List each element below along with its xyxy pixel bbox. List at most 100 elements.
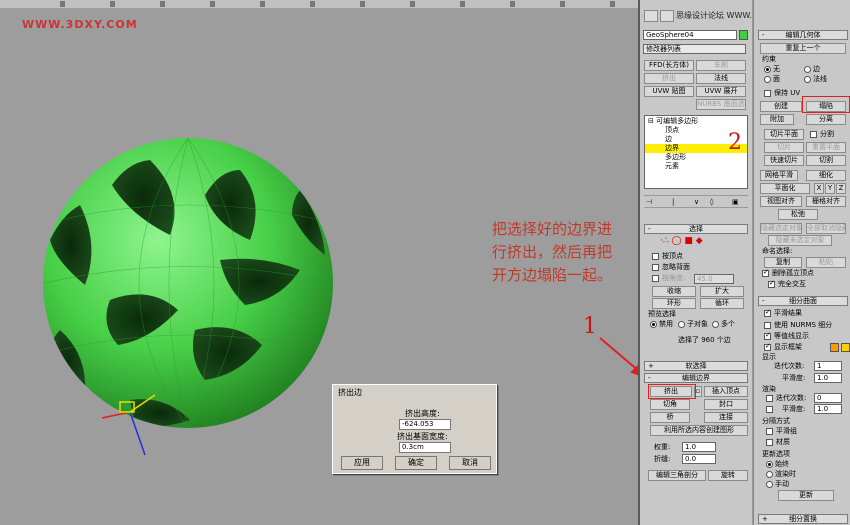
copy-button[interactable]: 复制: [764, 257, 802, 268]
unhide-all-button[interactable]: 全部取消隐藏: [806, 223, 846, 234]
split-checkbox[interactable]: [810, 131, 817, 138]
nurbs-surface-select-button[interactable]: NURBS 曲面选择: [696, 99, 746, 110]
make-unique-icon[interactable]: ∨: [694, 198, 699, 207]
attach-button[interactable]: 附加: [760, 114, 794, 125]
cage-color-swatch-1[interactable]: [830, 343, 839, 352]
reset-plane-button[interactable]: 重置平面: [806, 142, 846, 153]
cut-button[interactable]: 切割: [806, 155, 846, 166]
lathe-button[interactable]: 车削: [696, 60, 746, 71]
object-color-swatch[interactable]: [739, 30, 748, 40]
stack-root[interactable]: ⊟ 可编辑多边形: [645, 117, 747, 126]
use-nurms-checkbox[interactable]: [764, 322, 771, 329]
show-cage-checkbox[interactable]: [764, 342, 771, 351]
extrude-height-input[interactable]: -624.053: [399, 419, 451, 430]
hide-selected-button[interactable]: 隐藏选定对象: [760, 223, 802, 234]
iterations-input[interactable]: 1: [814, 361, 842, 371]
angle-input[interactable]: 45.0: [694, 274, 734, 284]
weight-input[interactable]: 1.0: [682, 442, 716, 452]
perspective-viewport[interactable]: WWW.3DXY.COM 把选择好的边界进行挤出，然后再把开方边塌陷一起。 1 …: [0, 0, 638, 525]
ring-button[interactable]: 环形: [652, 298, 696, 309]
cap-button[interactable]: 封口: [704, 399, 748, 410]
full-interactivity-checkbox[interactable]: [768, 279, 775, 288]
edit-triangulation-button[interactable]: 编辑三角剖分: [648, 470, 706, 481]
render-smoothness-checkbox[interactable]: [766, 406, 773, 413]
by-angle-checkbox[interactable]: [652, 275, 659, 282]
subobject-icons[interactable]: ·∴ ◯ ■ ◆: [660, 237, 703, 246]
view-align-button[interactable]: 视图对齐: [760, 196, 802, 207]
delete-isolated-checkbox[interactable]: [762, 268, 769, 277]
tessellate-button[interactable]: 细化: [806, 170, 846, 181]
extrude-base-width-input[interactable]: 0.3cm: [399, 442, 451, 453]
shrink-button[interactable]: 收缩: [652, 286, 696, 297]
hammer-icon[interactable]: [660, 10, 674, 22]
smoothness-input[interactable]: 1.0: [814, 373, 842, 383]
edit-geometry-rollout-header[interactable]: - 编辑几何体: [758, 30, 848, 40]
modifier-list-dropdown[interactable]: 修改器列表: [643, 44, 746, 54]
uvw-unwrap-button[interactable]: UVW 展开: [696, 86, 746, 97]
preview-multi-radio[interactable]: [712, 321, 719, 328]
preserve-uv-checkbox[interactable]: [764, 90, 771, 97]
detach-button[interactable]: 分离: [806, 114, 846, 125]
normal-button[interactable]: 法线: [696, 73, 746, 84]
update-manual-radio[interactable]: [766, 481, 773, 488]
by-vertex-checkbox[interactable]: [652, 253, 659, 260]
hide-unselected-button[interactable]: 隐藏未选定对象: [768, 235, 832, 246]
planar-z-button[interactable]: Z: [836, 183, 846, 194]
smooth-result-checkbox[interactable]: [764, 308, 771, 317]
stack-item-element[interactable]: 元素: [645, 162, 747, 171]
subdivision-surface-rollout-header[interactable]: - 细分曲面: [758, 296, 848, 306]
grid-align-button[interactable]: 栅格对齐: [806, 196, 846, 207]
render-smoothness-input[interactable]: 1.0: [814, 404, 842, 414]
selection-rollout-header[interactable]: - 选择: [644, 224, 748, 234]
isoline-checkbox[interactable]: [764, 331, 771, 340]
slice-plane-button[interactable]: 切片平面: [764, 129, 804, 140]
grow-button[interactable]: 扩大: [700, 286, 744, 297]
remove-modifier-icon[interactable]: ◊: [710, 198, 713, 207]
edit-borders-rollout-header[interactable]: - 编辑边界: [644, 373, 748, 383]
materials-checkbox[interactable]: [766, 439, 773, 446]
constraint-face-radio[interactable]: [764, 76, 771, 83]
render-iterations-input[interactable]: 0: [814, 393, 842, 403]
relax-button[interactable]: 松弛: [778, 209, 818, 220]
planar-x-button[interactable]: X: [814, 183, 824, 194]
cage-color-swatch-2[interactable]: [841, 343, 850, 352]
ignore-backfacing-checkbox[interactable]: [652, 264, 659, 271]
ok-button[interactable]: 确定: [395, 456, 437, 470]
create-shape-button[interactable]: 利用所选内容创建图形: [650, 425, 748, 436]
paste-button[interactable]: 粘贴: [806, 257, 846, 268]
object-name-field[interactable]: GeoSphere04: [643, 30, 737, 40]
slice-button[interactable]: 切片: [764, 142, 804, 153]
configure-sets-icon[interactable]: ▣: [732, 198, 739, 207]
smoothing-groups-checkbox[interactable]: [766, 428, 773, 435]
quickslice-button[interactable]: 快速切片: [764, 155, 804, 166]
repeat-last-button[interactable]: 重复上一个: [760, 43, 846, 54]
render-iterations-checkbox[interactable]: [766, 395, 773, 402]
make-planar-button[interactable]: 平面化: [760, 183, 810, 194]
update-render-radio[interactable]: [766, 471, 773, 478]
pin-stack-icon[interactable]: ⊣: [646, 198, 652, 207]
uvw-map-button[interactable]: UVW 贴图: [644, 86, 694, 97]
connect-button[interactable]: 连接: [704, 412, 748, 423]
bridge-button[interactable]: 桥: [650, 412, 690, 423]
soft-selection-rollout-header[interactable]: + 软选择: [644, 361, 748, 371]
constraint-normal-radio[interactable]: [804, 76, 811, 83]
extrude-edges-dialog[interactable]: 挤出边 挤出高度: -624.053 挤出基面宽度: 0.3cm 应用 确定 取…: [332, 384, 497, 474]
create-button[interactable]: 创建: [760, 101, 802, 112]
apply-button[interactable]: 应用: [341, 456, 383, 470]
insert-vertex-button[interactable]: 插入顶点: [704, 386, 748, 397]
select-tool-icon[interactable]: [644, 10, 658, 22]
ffd-box-button[interactable]: FFD(长方体): [644, 60, 694, 71]
planar-y-button[interactable]: Y: [825, 183, 835, 194]
constraint-edge-radio[interactable]: [804, 66, 811, 73]
preview-subobject-radio[interactable]: [678, 321, 685, 328]
update-always-radio[interactable]: [766, 461, 773, 468]
crease-input[interactable]: 0.0: [682, 454, 716, 464]
constraint-none-radio[interactable]: [764, 66, 771, 73]
chamfer-button[interactable]: 切角: [650, 399, 690, 410]
meshsmooth-button[interactable]: 网格平滑: [760, 170, 798, 181]
show-end-result-icon[interactable]: |: [672, 198, 674, 207]
loop-button[interactable]: 循环: [700, 298, 744, 309]
update-button[interactable]: 更新: [778, 490, 834, 501]
preview-disabled-radio[interactable]: [650, 321, 657, 328]
extrude-modifier-button[interactable]: 挤出: [644, 73, 694, 84]
